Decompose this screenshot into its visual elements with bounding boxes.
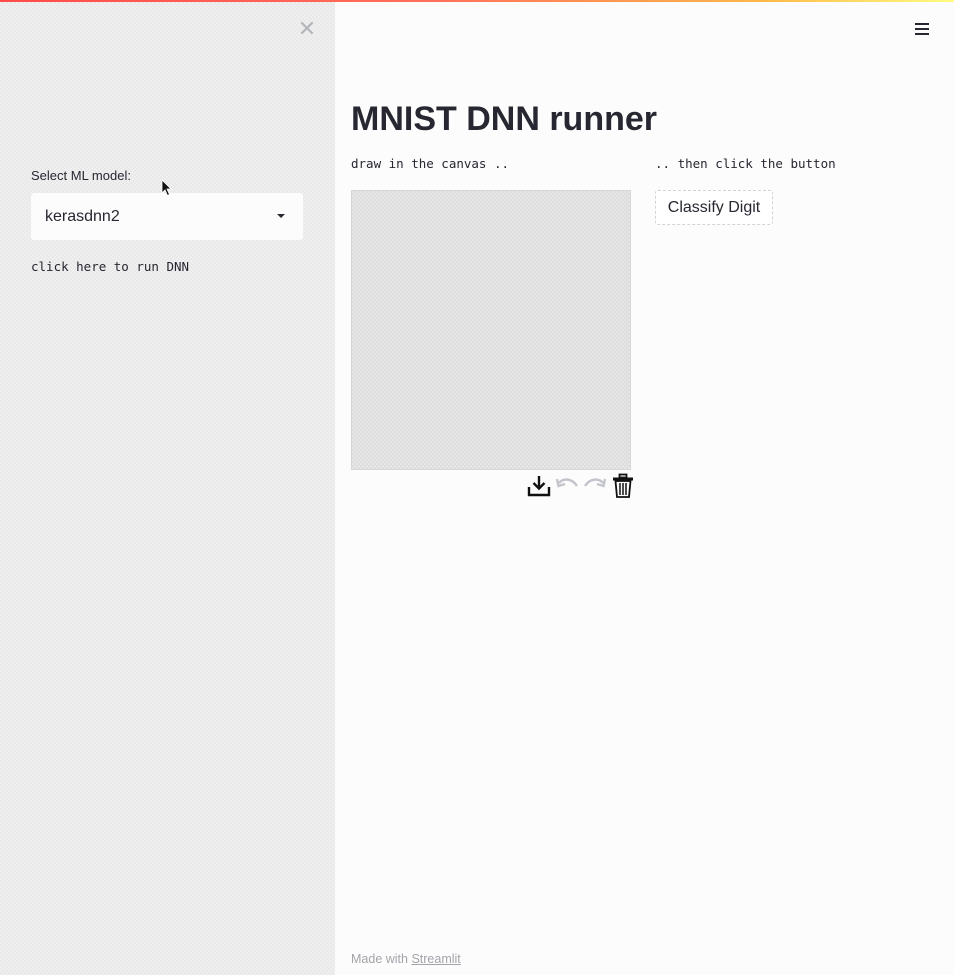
hamburger-menu-icon[interactable] [914,21,931,36]
sidebar: ✕ Select ML model: kerasdnn2 click here … [0,2,335,975]
undo-icon[interactable] [554,473,580,499]
canvas-instruction: draw in the canvas .. [351,156,510,171]
drawing-canvas[interactable] [351,190,631,470]
streamlit-link[interactable]: Streamlit [411,952,460,966]
footer-prefix: Made with [351,952,412,966]
classify-digit-button[interactable]: Classify Digit [655,190,773,225]
download-icon[interactable] [526,473,552,499]
model-select-value: kerasdnn2 [45,207,120,225]
footer: Made with Streamlit [351,952,461,966]
redo-icon[interactable] [582,473,608,499]
model-select[interactable]: kerasdnn2 [31,193,303,240]
close-icon[interactable]: ✕ [297,18,317,42]
button-instruction: .. then click the button [655,156,836,171]
model-select-label: Select ML model: [31,168,131,183]
mouse-cursor-icon [161,179,172,197]
run-dnn-note: click here to run DNN [31,259,190,274]
trash-icon[interactable] [610,473,636,499]
chevron-down-icon [277,214,285,218]
page-title: MNIST DNN runner [351,100,657,138]
